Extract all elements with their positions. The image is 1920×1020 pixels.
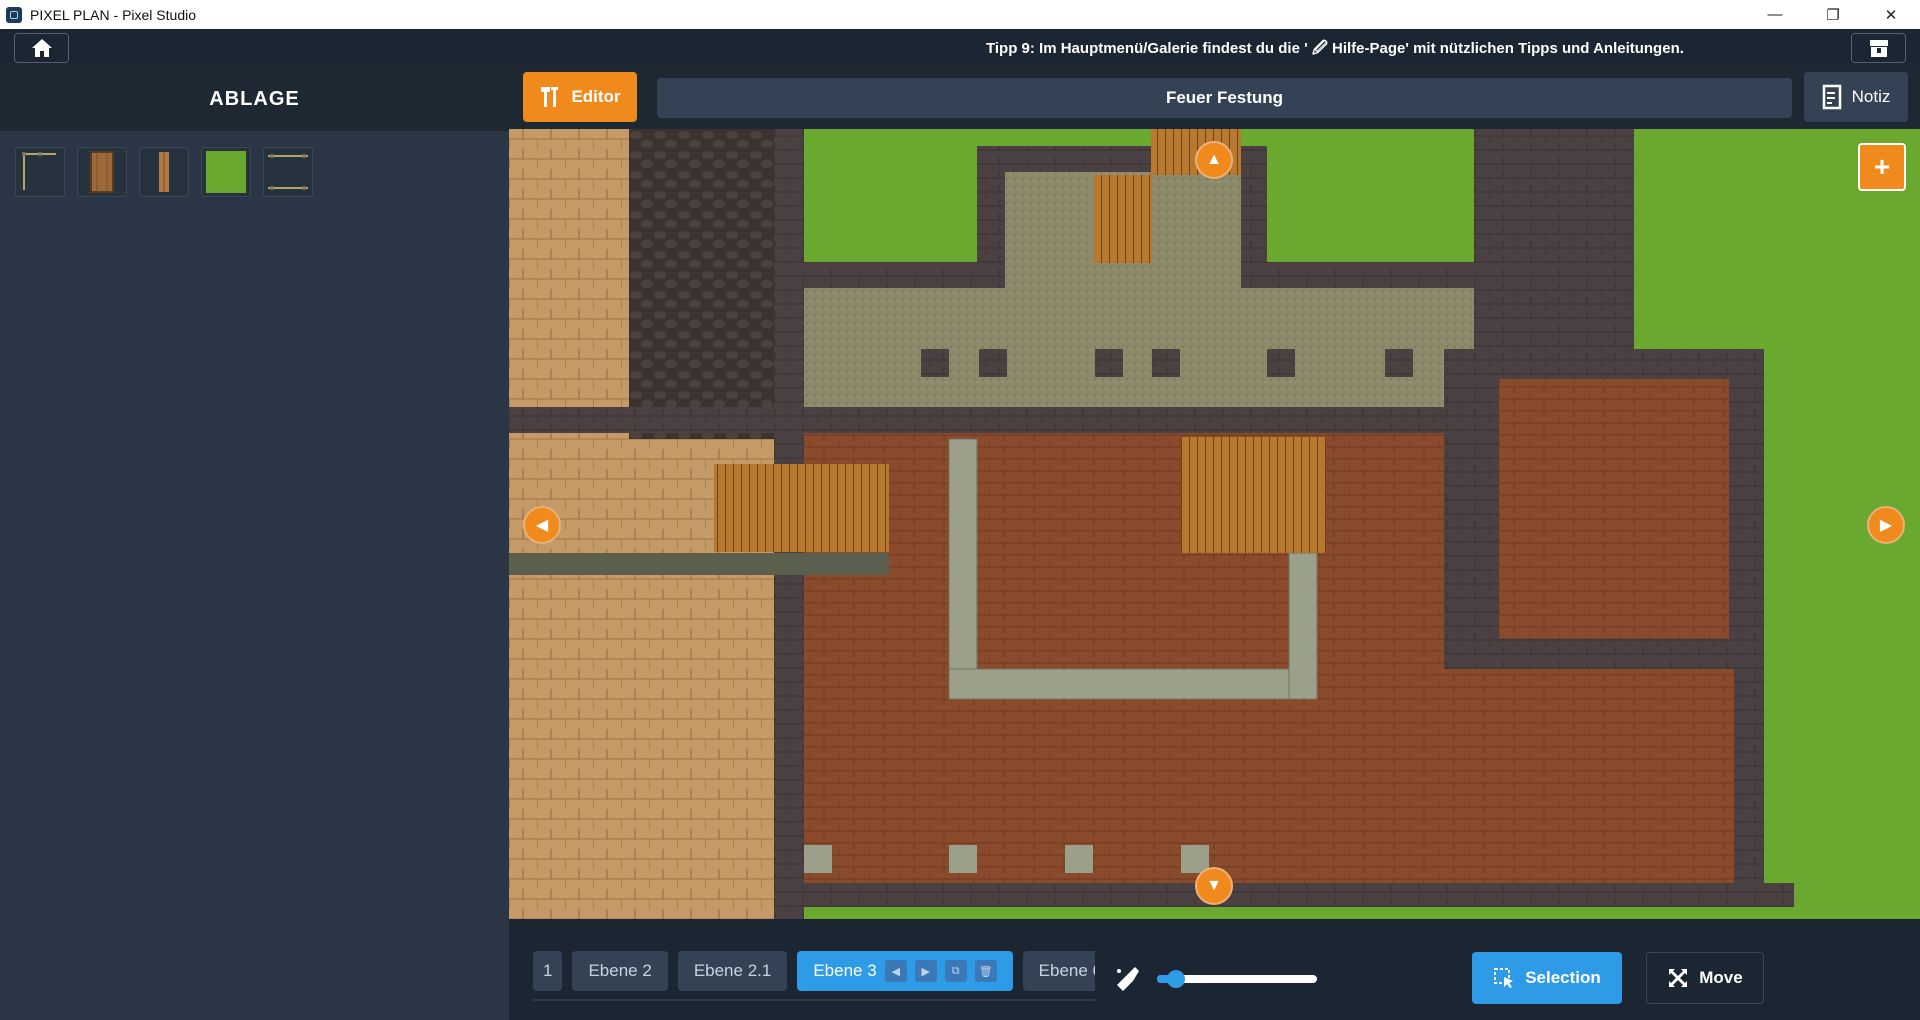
- notiz-button[interactable]: Notiz: [1804, 72, 1908, 122]
- tile-wood-plank[interactable]: [139, 147, 189, 197]
- package-icon: [1869, 40, 1888, 57]
- minimize-button[interactable]: —: [1746, 0, 1804, 29]
- package-button[interactable]: [1851, 33, 1906, 63]
- layer-label: Ebene 6: [1038, 961, 1095, 980]
- delete-layer-icon[interactable]: 🗑: [974, 960, 997, 982]
- window-titlebar: PIXEL PLAN - Pixel Studio — ❐ ✕: [0, 0, 1920, 29]
- layer-tab-ebene-2[interactable]: Ebene 2: [572, 951, 668, 991]
- top-bar: Tipp 9: Im Hauptmenü/Galerie findest du …: [0, 29, 1920, 67]
- ablage-title: ABLAGE: [0, 67, 509, 131]
- layer-tabs: 1 Ebene 2 Ebene 2.1 Ebene 3 ◀ ▶ ⧉ 🗑 Eben…: [533, 951, 1095, 997]
- layer-label: 1: [543, 961, 553, 980]
- editor-bar: Editor Feuer Festung Notiz: [509, 67, 1920, 129]
- scroll-left-button[interactable]: ◀: [523, 506, 561, 544]
- ablage-panel: ABLAGE: [0, 67, 509, 1020]
- selection-label: Selection: [1525, 968, 1601, 987]
- selection-icon: [1494, 968, 1514, 988]
- tile-rail[interactable]: [263, 147, 313, 197]
- tile-corner-wall[interactable]: [15, 147, 65, 197]
- home-icon: [31, 39, 52, 57]
- layer-tab-ebene-3[interactable]: Ebene 3 ◀ ▶ ⧉ 🗑: [797, 951, 1013, 991]
- layer-tab-1[interactable]: 1: [533, 951, 563, 991]
- layer-label: Ebene 2: [588, 961, 652, 980]
- move-button[interactable]: Move: [1646, 952, 1764, 1004]
- layer-scrollbar[interactable]: [533, 999, 1095, 1001]
- layer-label: Ebene 2.1: [693, 961, 772, 980]
- app-icon: [6, 6, 22, 23]
- move-layer-right-icon[interactable]: ▶: [914, 960, 937, 982]
- duplicate-layer-icon[interactable]: ⧉: [944, 960, 967, 982]
- move-icon: [1669, 969, 1688, 987]
- tile-wood-door[interactable]: [77, 147, 127, 197]
- project-title[interactable]: Feuer Festung: [657, 78, 1792, 118]
- add-button[interactable]: +: [1858, 143, 1906, 191]
- map-canvas[interactable]: ▲ ▼ ◀ ▶ +: [509, 129, 1920, 919]
- layer-tab-ebene-2-1[interactable]: Ebene 2.1: [677, 951, 788, 991]
- scroll-right-button[interactable]: ▶: [1867, 506, 1905, 544]
- note-icon: [1822, 84, 1841, 110]
- layer-tab-ebene-6[interactable]: Ebene 6: [1022, 951, 1095, 991]
- window-title: PIXEL PLAN - Pixel Studio: [30, 6, 197, 23]
- selection-button[interactable]: Selection: [1472, 952, 1622, 1004]
- slider-knob[interactable]: [1167, 970, 1185, 988]
- brush-size-icon: [1117, 967, 1139, 991]
- editor-label: Editor: [571, 87, 621, 106]
- tile-grass[interactable]: [201, 147, 251, 197]
- scroll-down-button[interactable]: ▼: [1195, 867, 1233, 905]
- editor-button[interactable]: Editor: [523, 72, 637, 122]
- notiz-label: Notiz: [1851, 87, 1891, 106]
- map-drawing: [509, 129, 1920, 919]
- brush-size-slider[interactable]: [1157, 970, 1317, 988]
- home-button[interactable]: [14, 33, 69, 63]
- scroll-up-button[interactable]: ▲: [1195, 141, 1233, 179]
- maximize-button[interactable]: ❐: [1804, 0, 1862, 29]
- tools-icon: [541, 87, 559, 107]
- close-button[interactable]: ✕: [1862, 0, 1920, 29]
- tip-text: Tipp 9: Im Hauptmenü/Galerie findest du …: [986, 40, 1684, 57]
- layer-label: Ebene 3: [813, 961, 877, 980]
- move-layer-left-icon[interactable]: ◀: [884, 960, 907, 982]
- move-label: Move: [1699, 968, 1743, 987]
- bottom-toolbar: 1 Ebene 2 Ebene 2.1 Ebene 3 ◀ ▶ ⧉ 🗑 Eben…: [509, 919, 1920, 1020]
